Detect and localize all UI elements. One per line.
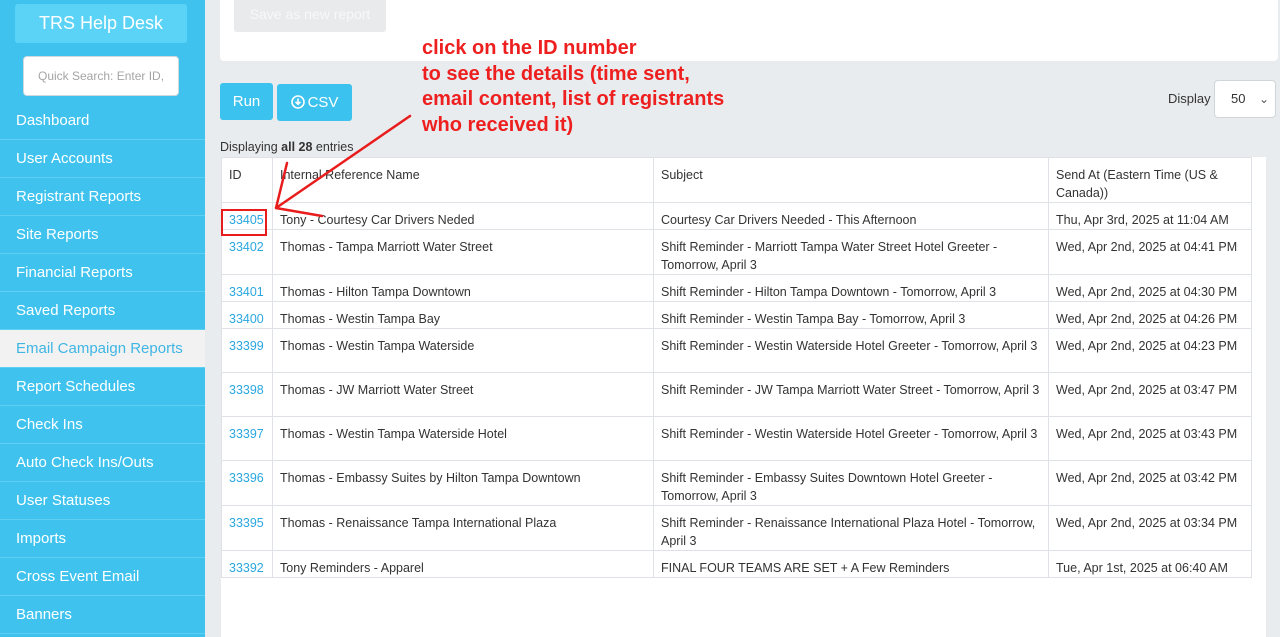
annotation-line: email content, list of registrants [422,88,725,110]
annotation-text: click on the ID number to see the detail… [422,36,724,138]
annotation-line: click on the ID number [422,37,637,59]
annotation-line: to see the details (time sent, [422,62,690,85]
annotation-line: who received it) [422,113,574,136]
